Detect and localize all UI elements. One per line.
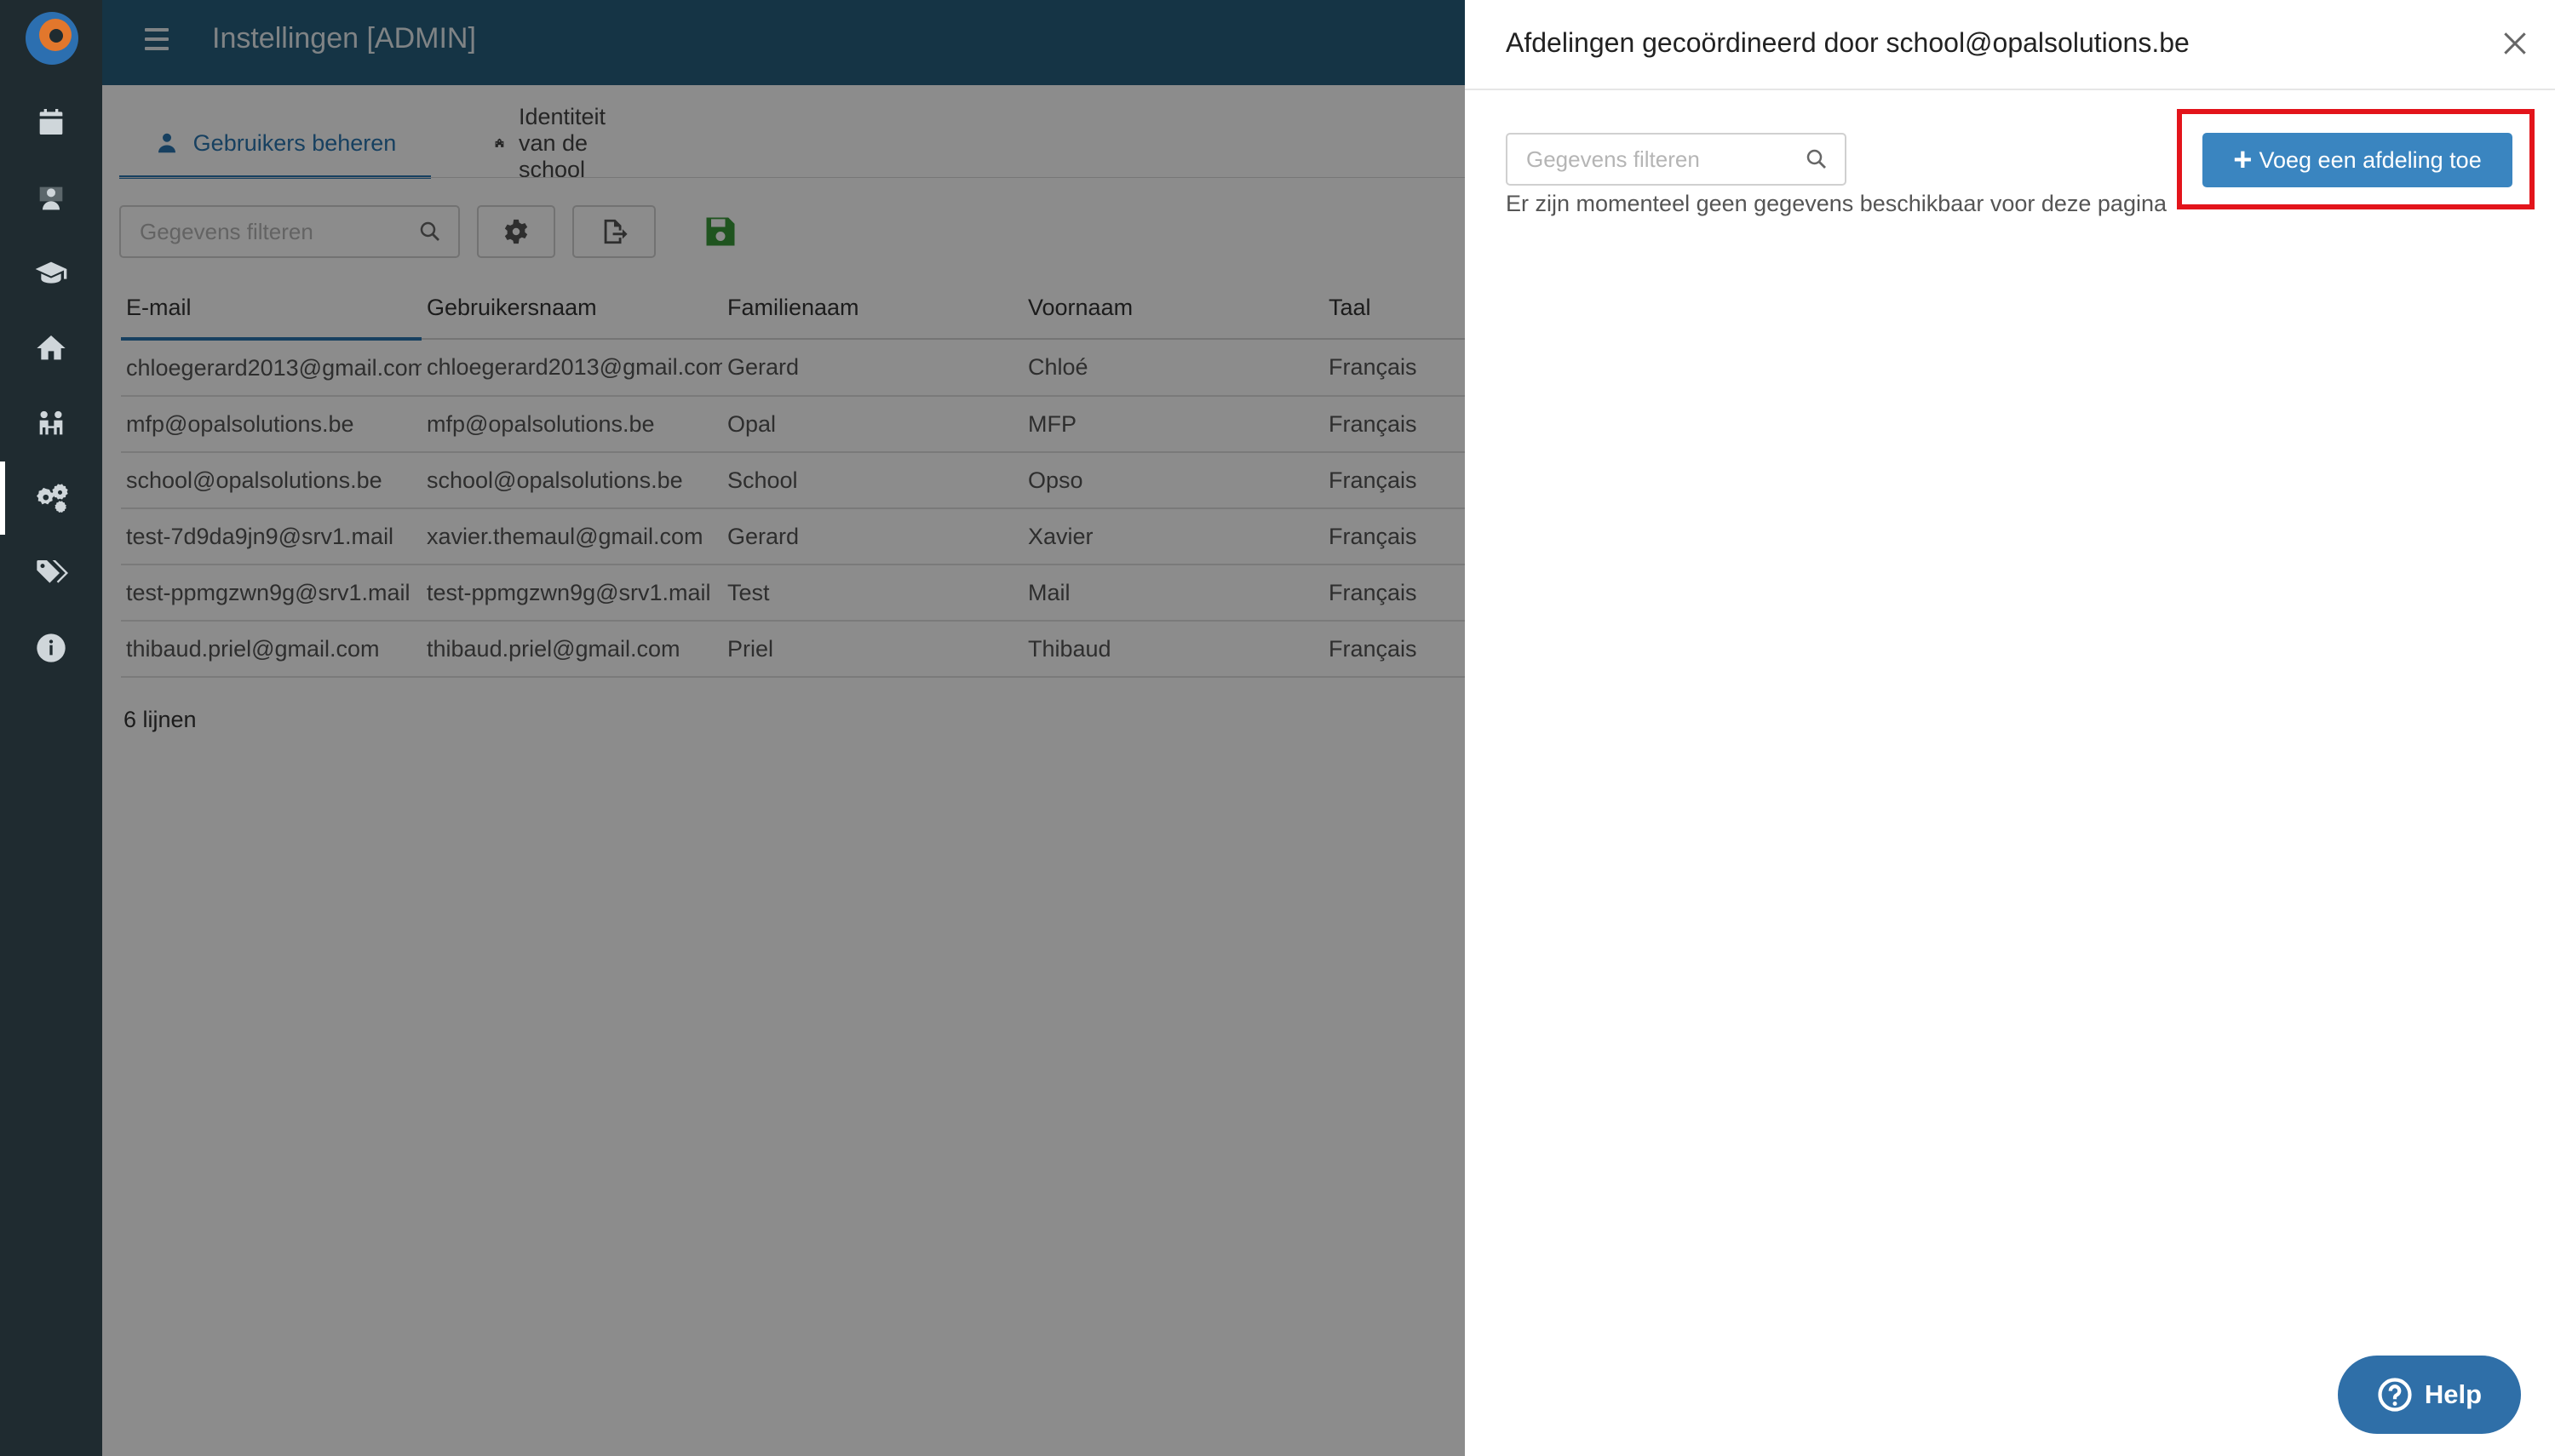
question-icon: [2378, 1378, 2412, 1412]
gears-icon[interactable]: [0, 461, 102, 535]
info-icon[interactable]: [0, 611, 102, 685]
help-label: Help: [2424, 1379, 2483, 1409]
highlight-box: [2177, 109, 2535, 209]
calendar-icon[interactable]: [0, 85, 102, 158]
tags-icon[interactable]: [0, 536, 102, 610]
drawer-header: Afdelingen gecoördineerd door school@opa…: [1465, 0, 2555, 90]
sidebar: [0, 0, 102, 1456]
teacher-icon[interactable]: [0, 162, 102, 235]
search-icon: [1806, 149, 1826, 169]
home-icon[interactable]: [0, 312, 102, 385]
help-button[interactable]: Help: [2338, 1356, 2521, 1434]
departments-filter-placeholder: Gegevens filteren: [1526, 146, 1700, 172]
close-icon: [2504, 32, 2526, 54]
graduation-cap-icon[interactable]: [0, 237, 102, 310]
departments-filter-input[interactable]: Gegevens filteren: [1506, 133, 1846, 186]
opal-logo[interactable]: [26, 12, 78, 65]
departments-drawer: Afdelingen gecoördineerd door school@opa…: [1465, 0, 2555, 1456]
close-button[interactable]: [2498, 26, 2532, 60]
modal-backdrop[interactable]: [102, 0, 1465, 1456]
drawer-title: Afdelingen gecoördineerd door school@opa…: [1506, 27, 2190, 58]
empty-state-message: Er zijn momenteel geen gegevens beschikb…: [1506, 191, 2167, 216]
people-icon[interactable]: [0, 387, 102, 460]
